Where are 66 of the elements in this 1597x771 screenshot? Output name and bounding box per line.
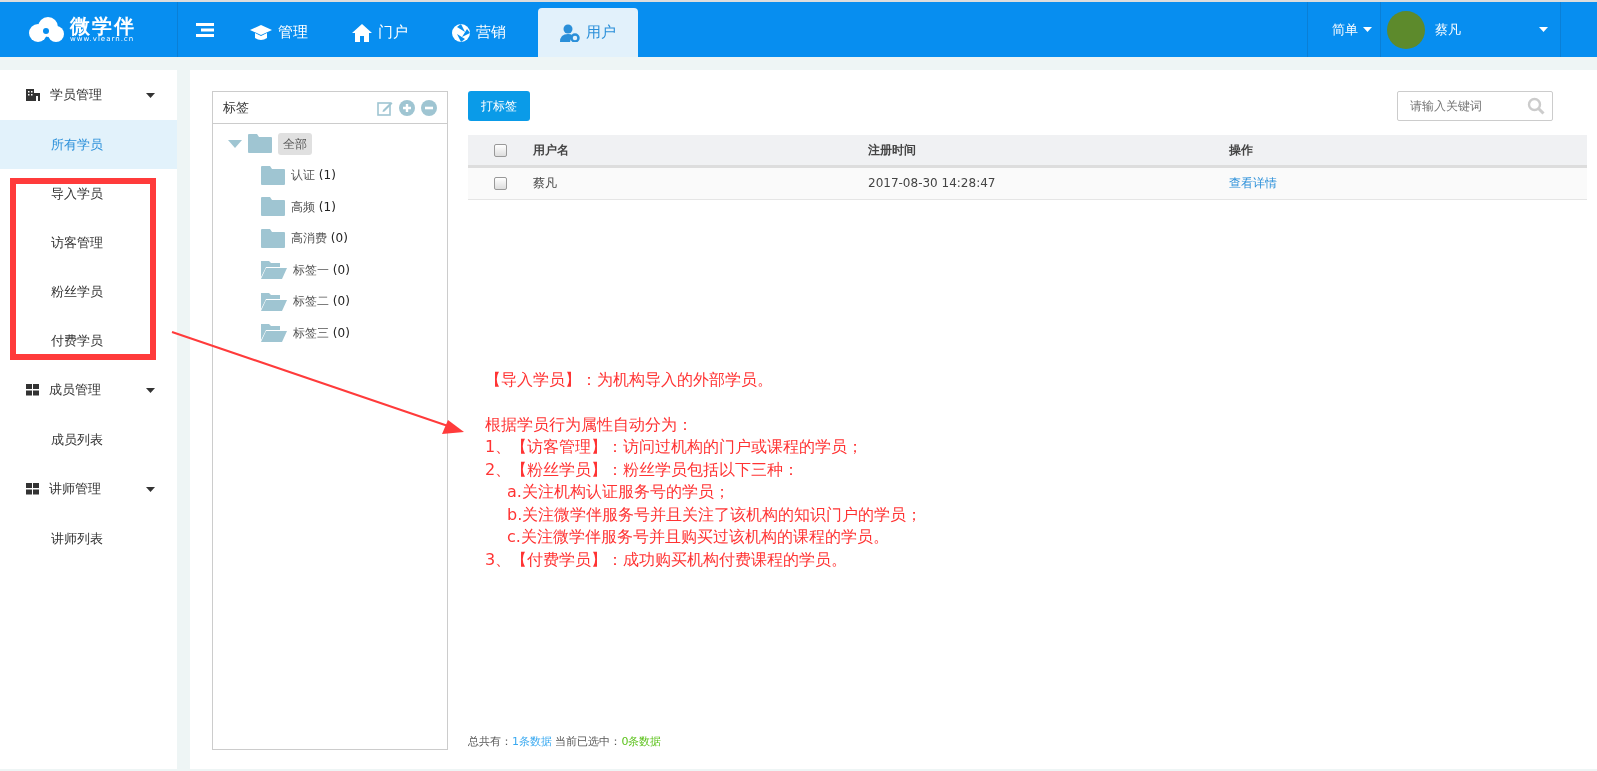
sidebar-item[interactable]: 导入学员 xyxy=(0,169,177,218)
caret-icon xyxy=(1539,27,1548,32)
column-header: 用户名 xyxy=(533,142,569,157)
building-icon xyxy=(26,89,40,101)
open-folder-icon xyxy=(261,323,287,343)
checkbox[interactable] xyxy=(493,143,507,157)
avatar xyxy=(1387,10,1425,49)
open-folder-icon xyxy=(261,291,287,311)
search-field[interactable]: 请输入关键词 xyxy=(1397,91,1553,121)
sidebar-item[interactable]: 讲师列表 xyxy=(0,514,177,563)
tag-node[interactable]: 标签二 (0) xyxy=(293,292,350,311)
sidebar-group[interactable]: 学员管理 xyxy=(0,70,177,120)
grid-icon xyxy=(26,483,39,495)
table-cell: 2017-08-30 14:28:47 xyxy=(868,176,996,190)
aperture-icon xyxy=(452,23,470,42)
caret-icon xyxy=(146,92,155,98)
column-header: 注册时间 xyxy=(868,142,916,157)
collapse-triangle-icon[interactable] xyxy=(228,139,242,148)
cloud-logo-icon xyxy=(28,16,64,43)
selected-count: 0条数据 xyxy=(621,734,662,748)
sidebar-group[interactable]: 讲师管理 xyxy=(0,464,177,514)
sidebar-item[interactable]: 成员列表 xyxy=(0,415,177,464)
details-link[interactable]: 查看详情 xyxy=(1229,176,1277,190)
folder-icon xyxy=(261,197,285,217)
open-folder-icon xyxy=(261,260,287,280)
sidebar-item[interactable]: 付费学员 xyxy=(0,316,177,365)
folder-icon xyxy=(261,228,285,248)
sidebar-item[interactable]: 访客管理 xyxy=(0,218,177,267)
annotation-text: 2、【粉丝学员】：粉丝学员包括以下三种： xyxy=(485,458,801,481)
tag-node[interactable]: 标签三 (0) xyxy=(293,323,350,342)
home-icon xyxy=(352,23,372,42)
remove-icon[interactable] xyxy=(421,99,437,116)
add-icon[interactable] xyxy=(399,99,415,116)
panel-title: 标签 xyxy=(223,98,249,117)
tag-node[interactable]: 全部 xyxy=(278,132,312,155)
footer-label: 当前已选中： xyxy=(554,734,622,748)
tag-node[interactable]: 认证 (1) xyxy=(291,166,336,185)
annotation-text: c.关注微学伴服务号并且购买过该机构的课程的学员。 xyxy=(506,526,890,548)
folder-icon xyxy=(248,134,272,154)
search-icon[interactable] xyxy=(1527,97,1545,115)
caret-icon xyxy=(1363,27,1372,32)
tag-node[interactable]: 高消费 (0) xyxy=(291,229,348,248)
annotation-text: 根据学员行为属性自动分为： xyxy=(485,413,694,436)
tag-node[interactable]: 标签一 (0) xyxy=(293,260,350,279)
brand-name: 微学伴 xyxy=(70,16,136,36)
caret-icon xyxy=(146,387,155,393)
edit-icon[interactable] xyxy=(377,99,393,116)
sidebar-group[interactable]: 成员管理 xyxy=(0,365,177,415)
total-count: 1条数据 xyxy=(512,734,552,748)
annotation-text: b.关注微学伴服务号并且关注了该机构的知识门户的学员； xyxy=(506,503,923,526)
folder-icon xyxy=(261,165,285,185)
annotation-text: 【导入学员】：为机构导入的外部学员。 xyxy=(485,369,774,391)
tag-node[interactable]: 高频 (1) xyxy=(291,197,336,216)
grid-icon xyxy=(26,384,39,396)
column-header: 操作 xyxy=(1229,142,1253,157)
caret-icon xyxy=(146,486,155,492)
annotation-text: 3、【付费学员】：成功购买机构付费课程的学员。 xyxy=(485,548,849,571)
menu-icon[interactable] xyxy=(196,23,214,37)
table-cell: 蔡凡 xyxy=(533,176,557,190)
annotation-text: a.关注机构认证服务号的学员； xyxy=(506,481,731,503)
annotation-text: 1、【访客管理】：访问过机构的门户或课程的学员； xyxy=(485,436,865,458)
graduation-cap-icon xyxy=(250,24,272,41)
sidebar-item[interactable]: 粉丝学员 xyxy=(0,267,177,316)
checkbox[interactable] xyxy=(493,177,507,190)
user-gear-icon xyxy=(560,23,580,42)
footer-label: 总共有： xyxy=(468,734,512,748)
